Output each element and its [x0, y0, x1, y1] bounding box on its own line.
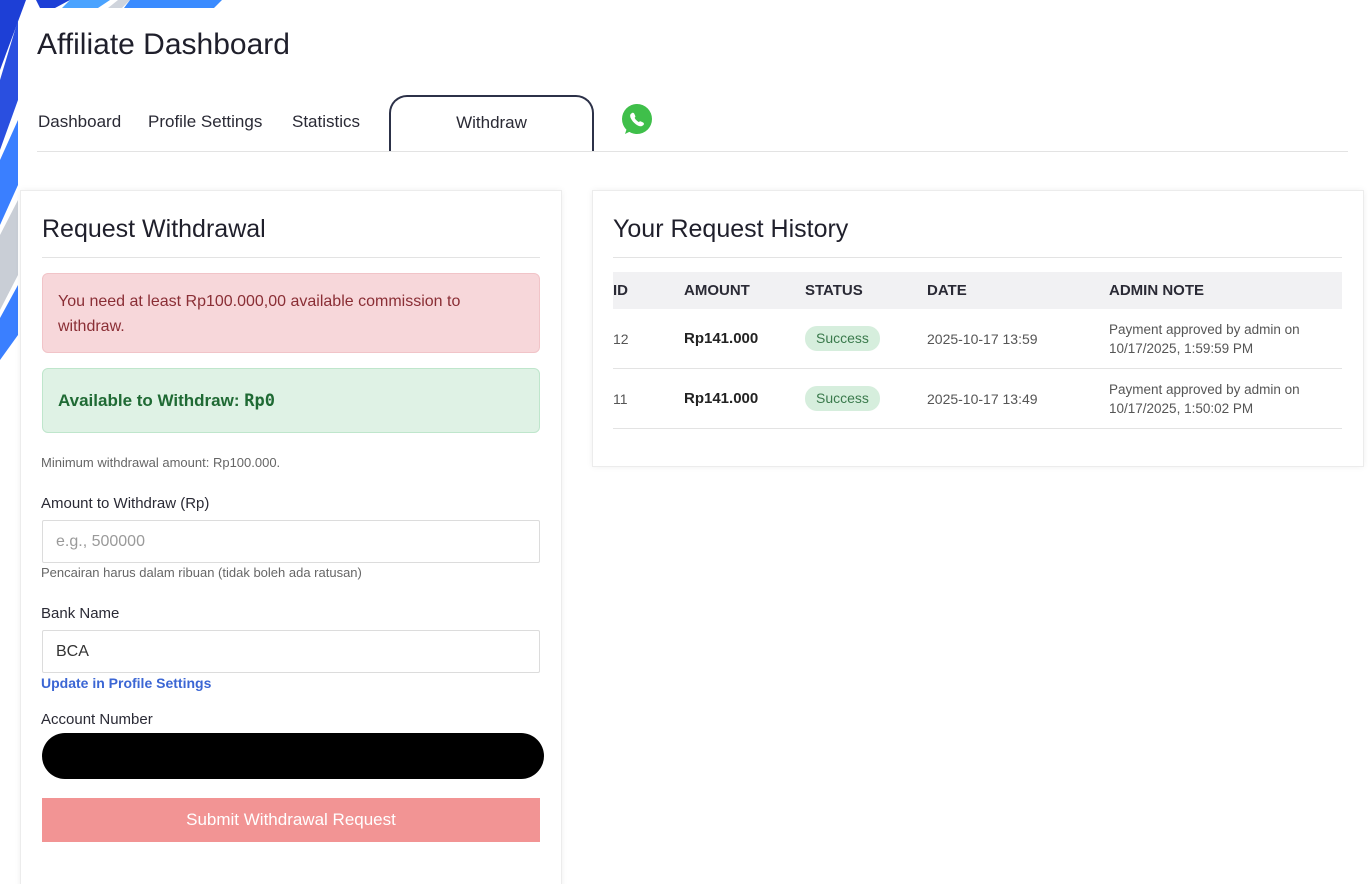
column-header-status: STATUS	[805, 282, 863, 299]
column-header-date: DATE	[927, 282, 967, 299]
request-withdrawal-title: Request Withdrawal	[42, 215, 266, 243]
row-admin-note: Payment approved by admin on 10/17/2025,…	[1109, 381, 1300, 416]
row-status: Success	[805, 369, 880, 428]
row-amount: Rp141.000	[684, 390, 759, 407]
available-label: Available to Withdraw:	[58, 391, 245, 410]
account-number-field-redacted[interactable]	[42, 733, 544, 779]
account-number-label: Account Number	[41, 711, 153, 728]
row-id: 12	[613, 330, 629, 347]
amount-input-wrapper	[42, 520, 540, 563]
bank-name-field[interactable]: BCA	[42, 630, 540, 673]
status-badge: Success	[805, 386, 880, 411]
request-history-card: Your Request History ID AMOUNT STATUS DA…	[592, 190, 1364, 467]
amount-input[interactable]	[56, 521, 526, 563]
minimum-commission-alert: You need at least Rp100.000,00 available…	[42, 273, 540, 353]
status-badge: Success	[805, 326, 880, 351]
column-header-amount: AMOUNT	[684, 282, 750, 299]
table-row: 11 Rp141.000 Success 2025-10-17 13:49 Pa…	[613, 369, 1342, 429]
row-admin-note: Payment approved by admin on 10/17/2025,…	[1109, 321, 1300, 356]
request-withdrawal-card: Request Withdrawal You need at least Rp1…	[20, 190, 562, 884]
divider	[613, 257, 1342, 258]
row-status: Success	[805, 309, 880, 368]
column-header-id: ID	[613, 282, 628, 299]
minimum-withdrawal-note: Minimum withdrawal amount: Rp100.000.	[41, 455, 281, 470]
divider	[42, 257, 540, 258]
tab-withdraw[interactable]: Withdraw	[389, 95, 594, 151]
request-history-title: Your Request History	[613, 215, 849, 243]
whatsapp-icon[interactable]	[620, 103, 654, 137]
tab-profile-settings[interactable]: Profile Settings	[148, 112, 262, 132]
tab-bar: Dashboard Profile Settings Statistics Wi…	[37, 94, 1348, 152]
row-id: 11	[613, 390, 628, 407]
bank-name-label: Bank Name	[41, 605, 120, 622]
row-date: 2025-10-17 13:59	[927, 330, 1038, 347]
submit-withdrawal-button[interactable]: Submit Withdrawal Request	[42, 798, 540, 842]
amount-label: Amount to Withdraw (Rp)	[41, 495, 210, 512]
row-amount: Rp141.000	[684, 330, 759, 347]
available-amount: Rp0	[244, 391, 275, 411]
table-row: 12 Rp141.000 Success 2025-10-17 13:59 Pa…	[613, 309, 1342, 369]
tab-statistics[interactable]: Statistics	[292, 112, 360, 132]
tab-dashboard[interactable]: Dashboard	[38, 112, 121, 132]
available-balance-box: Available to Withdraw: Rp0	[42, 368, 540, 433]
history-table-header: ID AMOUNT STATUS DATE ADMIN NOTE	[613, 272, 1342, 309]
update-profile-link[interactable]: Update in Profile Settings	[41, 675, 211, 691]
amount-help-text: Pencairan harus dalam ribuan (tidak bole…	[41, 565, 362, 580]
column-header-admin-note: ADMIN NOTE	[1109, 282, 1204, 299]
row-date: 2025-10-17 13:49	[927, 390, 1038, 407]
page-title: Affiliate Dashboard	[37, 28, 290, 61]
